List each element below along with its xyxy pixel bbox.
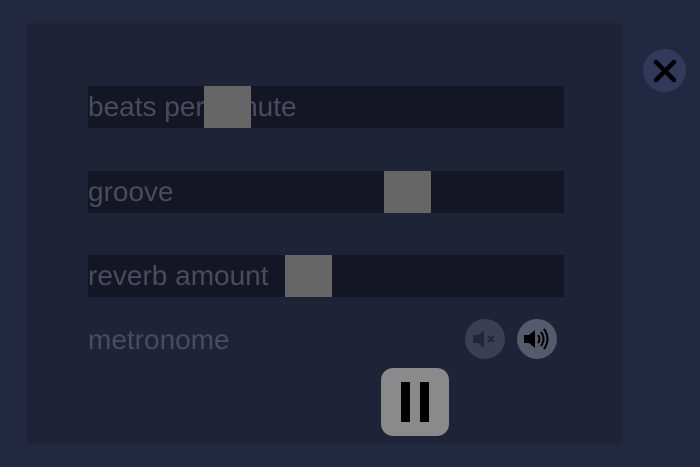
reverb-slider[interactable]: reverb amount [88, 255, 564, 297]
pause-icon [401, 382, 429, 422]
reverb-slider-thumb[interactable] [285, 255, 332, 297]
close-icon [653, 59, 676, 82]
metronome-label: metronome [88, 324, 230, 355]
bpm-label: beats per minute [88, 91, 297, 122]
groove-slider-thumb[interactable] [384, 171, 431, 213]
metronome-sound-button[interactable] [517, 319, 557, 359]
bpm-slider[interactable]: beats per minute [88, 86, 564, 128]
bpm-slider-thumb[interactable] [204, 86, 251, 128]
close-button[interactable] [643, 49, 686, 92]
groove-label: groove [88, 176, 174, 207]
metronome-mute-button[interactable] [465, 319, 505, 359]
speaker-mute-icon [473, 330, 495, 348]
pause-button[interactable] [381, 368, 449, 436]
groove-slider[interactable]: groove [88, 171, 564, 213]
speaker-on-icon [524, 328, 549, 350]
reverb-label: reverb amount [88, 260, 269, 291]
